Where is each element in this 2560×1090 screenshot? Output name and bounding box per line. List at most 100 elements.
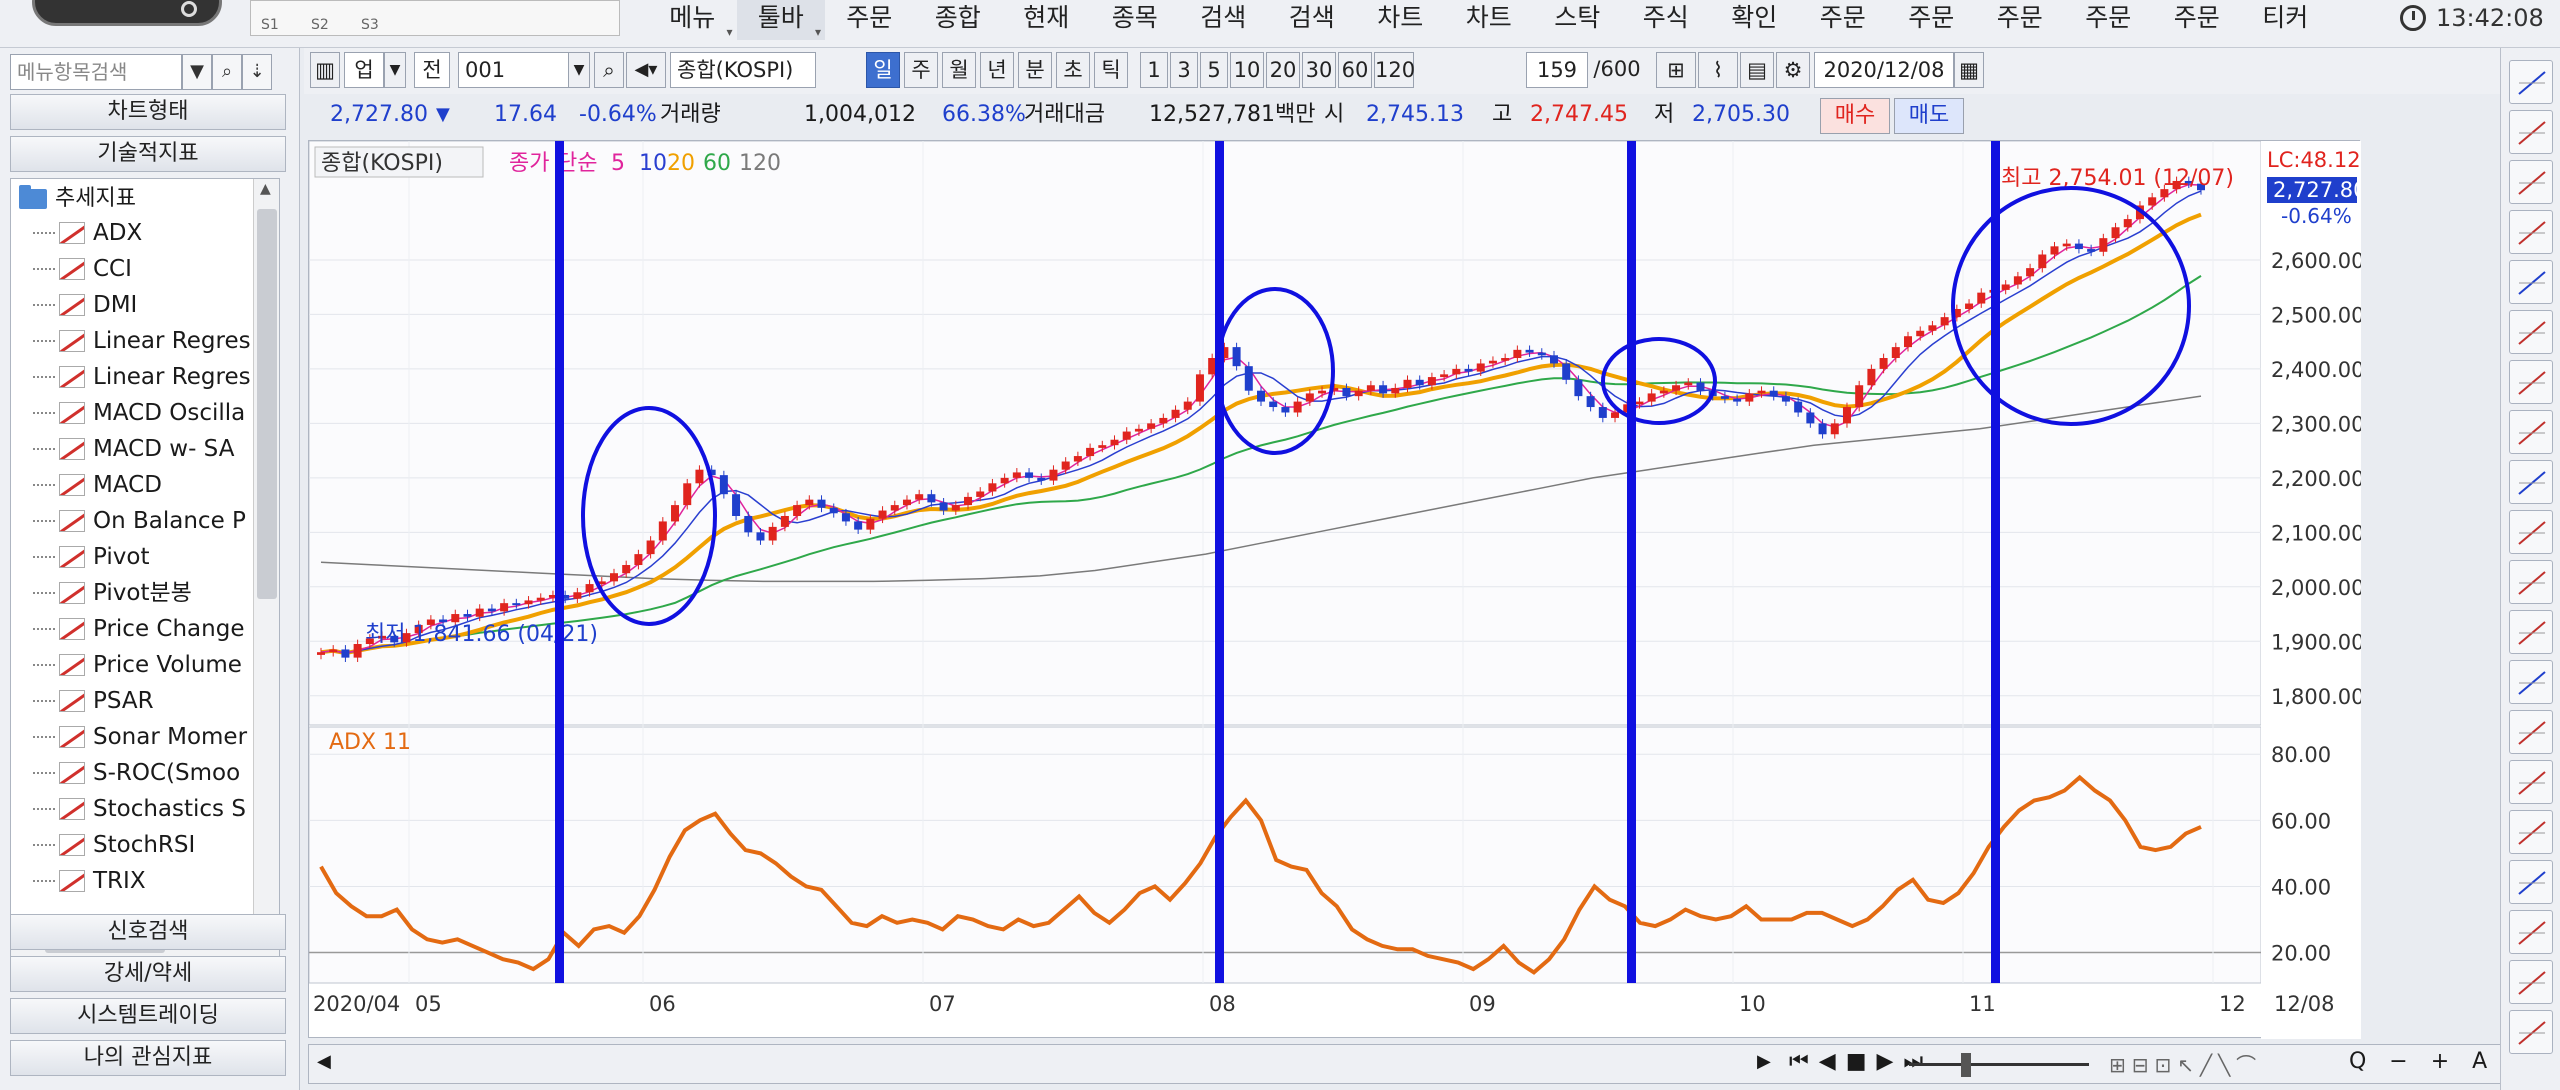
box-tool-icon[interactable] [2509,760,2553,804]
date-input[interactable]: 2020/12/08 [1814,52,1954,88]
interval-button-120[interactable]: 120 [1374,52,1415,88]
scroll-right-icon[interactable]: ▶ [1757,1051,1771,1072]
fan-tool-icon[interactable] [2509,460,2553,504]
indicator-item[interactable]: Price Volume [33,647,242,683]
interval-button-60[interactable]: 60 [1338,52,1372,88]
fib-tool-icon[interactable] [2509,960,2553,1004]
period-button-6[interactable]: 틱 [1094,52,1128,88]
download-button[interactable]: ⇣ [242,54,272,90]
market-dropdown[interactable]: ▼ [384,52,406,88]
indicator-item[interactable]: DMI [33,287,137,323]
refresh-tool-icon[interactable] [2509,60,2553,104]
chart-canvas[interactable]: 2,600.00 2,500.00 2,400.00 2,300.00 2,200.00… [309,141,2361,1039]
color-tool-icon[interactable] [2509,910,2553,954]
chart-scrollbar[interactable]: ◀ ▶ ⏮◀■▶⏭ ⊞⊟⊡↖╱╲⌒ Q − + A [308,1044,2508,1084]
menu-item-1[interactable]: 툴바 ▾ [736,0,825,40]
grid-tool-icon[interactable] [2509,710,2553,754]
text-tool-icon[interactable] [2509,860,2553,904]
channel-tool-icon[interactable] [2509,410,2553,454]
line-type-icon[interactable]: ⌇ [1698,52,1738,88]
period-button-5[interactable]: 초 [1056,52,1090,88]
ray-tool-icon[interactable] [2509,360,2553,404]
tech-indicator-header[interactable]: 기술적지표 [10,136,286,172]
indicator-item[interactable]: Linear Regres [33,323,251,359]
menu-item-15[interactable]: 주문 [1976,0,2065,40]
menu-item-4[interactable]: 현재 [1002,0,1091,40]
hline-tool-icon[interactable] [2509,310,2553,354]
chevron-up-icon[interactable]: ▲ [260,181,271,197]
code-dropdown[interactable]: ▼ [568,52,590,88]
scroll-left-icon[interactable]: ◀ [317,1051,331,1072]
menu-item-6[interactable]: 검색 [1179,0,1268,40]
zoom-slider[interactable] [1909,1063,2089,1066]
menu-item-13[interactable]: 주문 [1799,0,1888,40]
drawing-tools[interactable]: ⊞⊟⊡↖╱╲⌒ [2109,1049,2262,1078]
period-button-0[interactable]: 일 [866,52,900,88]
trendline-tool-icon[interactable] [2509,210,2553,254]
indicator-item[interactable]: CCI [33,251,132,287]
layout-icon[interactable]: ▥ [310,52,340,88]
indicator-item[interactable]: Pivot [33,539,149,575]
zoom-controls[interactable]: Q − + A [2349,1049,2495,1074]
menu-item-3[interactable]: 종합 [914,0,1003,40]
menu-item-11[interactable]: 주식 [1622,0,1711,40]
cursor-tool-icon[interactable] [2509,110,2553,154]
screen-tab-s2[interactable]: S2 [311,17,329,33]
indicator-item[interactable]: Sonar Momer [33,719,247,755]
chart-type-header[interactable]: 차트형태 [10,94,286,130]
menu-item-8[interactable]: 차트 [1356,0,1445,40]
screen-tab-s3[interactable]: S3 [361,17,379,33]
indicator-item[interactable]: Stochastics S [33,791,246,827]
system-trading-header[interactable]: 시스템트레이딩 [10,998,286,1034]
cycle-tool-icon[interactable] [2509,660,2553,704]
indicator-item[interactable]: Price Change [33,611,244,647]
crosshair-tool-icon[interactable] [2509,160,2553,204]
dropdown-button[interactable]: ▼ [182,54,212,90]
indicator-item[interactable]: Pivot분봉 [33,575,192,611]
tree-root[interactable]: 추세지표 [19,183,136,215]
circle-tool-icon[interactable] [2509,1010,2553,1054]
menu-item-5[interactable]: 종목 [1091,0,1180,40]
menu-item-2[interactable]: 주문 [825,0,914,40]
pattern-tool-icon[interactable] [2509,610,2553,654]
gann-tool-icon[interactable] [2509,510,2553,554]
interval-button-1[interactable]: 1 [1140,52,1168,88]
sell-button[interactable]: 매도 [1894,98,1964,134]
candle-type-icon[interactable]: ⊞ [1656,52,1696,88]
period-button-3[interactable]: 년 [980,52,1014,88]
menu-search-input[interactable]: 메뉴항목검색 [10,54,182,90]
period-button-2[interactable]: 월 [942,52,976,88]
market2-select[interactable]: 전 [414,52,450,88]
menu-item-10[interactable]: 스탁 [1533,0,1622,40]
my-indicators-header[interactable]: 나의 관심지표 [10,1040,286,1076]
indicator-item[interactable]: MACD Oscilla [33,395,245,431]
chart-area[interactable]: 2,600.00 2,500.00 2,400.00 2,300.00 2,200.00… [308,140,2361,1039]
screen-tab-s1[interactable]: S1 [261,17,279,33]
save-icon[interactable]: ▤ [1740,52,1774,88]
strength-header[interactable]: 강세/약세 [10,956,286,992]
menu-item-9[interactable]: 차트 [1445,0,1534,40]
calendar-icon[interactable]: ▦ [1954,52,1984,88]
market-select[interactable]: 업 [344,52,384,88]
gear-icon[interactable]: ⚙ [1776,52,1810,88]
indicator-item[interactable]: TRIX [33,863,146,899]
indicator-item[interactable]: MACD w- SA [33,431,234,467]
vline-tool-icon[interactable] [2509,260,2553,304]
indicator-item[interactable]: Linear Regres [33,359,251,395]
indicator-item[interactable]: On Balance P [33,503,246,539]
indicator-item[interactable]: MACD [33,467,162,503]
signal-search-header[interactable]: 신호검색 [10,914,286,950]
period-button-1[interactable]: 주 [904,52,938,88]
spiral-tool-icon[interactable] [2509,810,2553,854]
arrow-tool-icon[interactable] [2509,560,2553,604]
indicator-item[interactable]: StochRSI [33,827,195,863]
search-button[interactable]: ⌕ [212,54,242,90]
menu-item-17[interactable]: 주문 [2153,0,2242,40]
search-button[interactable]: ⌕ [594,52,624,88]
count-input[interactable]: 159 [1526,52,1588,88]
zoom-slider-thumb[interactable] [1961,1053,1971,1077]
menu-item-14[interactable]: 주문 [1887,0,1976,40]
sound-icon[interactable]: ◀▾ [626,52,666,88]
interval-button-5[interactable]: 5 [1200,52,1228,88]
menu-item-16[interactable]: 주문 [2064,0,2153,40]
